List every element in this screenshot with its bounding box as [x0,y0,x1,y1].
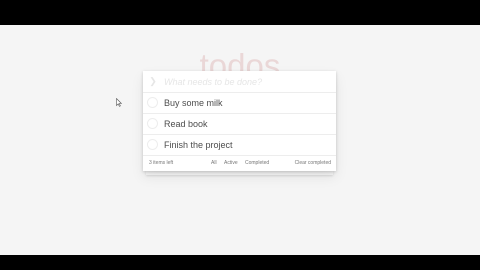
todo-checkbox[interactable] [147,118,158,129]
todo-item[interactable]: Buy some milk [143,93,336,114]
todo-label[interactable]: Buy some milk [164,97,223,109]
new-todo-row: ❯ [143,71,336,93]
todo-footer: 3 items left All Active Completed Clear … [143,156,336,171]
filter-completed[interactable]: Completed [244,156,270,171]
screen-bottom-bar [0,255,480,270]
todo-item[interactable]: Read book [143,114,336,135]
mouse-cursor-icon [116,98,122,107]
screen-top-bar [0,0,480,25]
filter-all[interactable]: All [210,156,218,171]
items-left-count: 3 items left [149,160,174,166]
todo-checkbox[interactable] [147,139,158,150]
filter-active[interactable]: Active [223,156,239,171]
todo-checkbox[interactable] [147,97,158,108]
chevron-down-icon[interactable]: ❯ [146,74,160,88]
todo-label[interactable]: Read book [164,118,208,130]
todo-label[interactable]: Finish the project [164,139,233,151]
clear-completed-button[interactable]: Clear completed [295,156,331,171]
todo-app: ❯ Buy some milk Read book Finish the pro… [143,71,336,175]
new-todo-input[interactable] [164,73,329,90]
todo-item[interactable]: Finish the project [143,135,336,156]
